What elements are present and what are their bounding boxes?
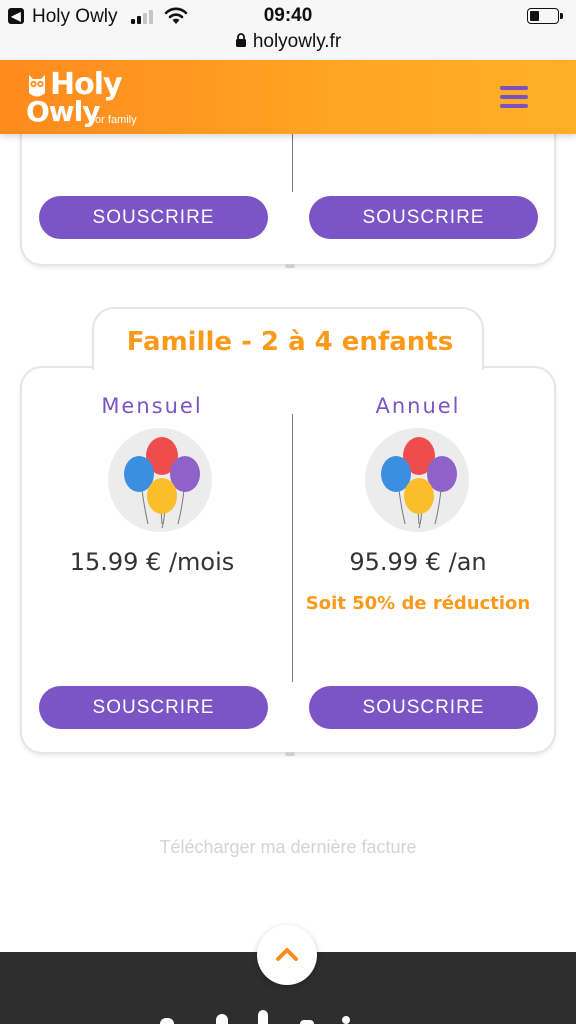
hamburger-icon[interactable] bbox=[500, 86, 528, 108]
balloons-icon bbox=[108, 428, 212, 532]
monthly-price: 15.99 € /mois bbox=[69, 548, 235, 576]
clock: 09:40 bbox=[263, 5, 313, 26]
subscribe-button-previous-monthly[interactable]: SOUSCRIRE bbox=[39, 196, 268, 239]
url-text: holyowly.fr bbox=[252, 31, 342, 52]
logo-tagline: for family bbox=[92, 114, 137, 126]
url-bar[interactable]: holyowly.fr bbox=[0, 28, 576, 60]
column-divider bbox=[292, 134, 293, 192]
balloons-icon bbox=[365, 428, 469, 532]
logo-owly: Owly bbox=[26, 95, 101, 128]
subscribe-button-monthly[interactable]: SOUSCRIRE bbox=[39, 686, 268, 729]
yearly-label: Annuel bbox=[375, 394, 461, 418]
site-header: Holy Owly for family bbox=[0, 60, 576, 134]
lock-icon bbox=[235, 33, 246, 47]
battery-icon bbox=[527, 8, 563, 24]
scroll-top-button[interactable] bbox=[257, 925, 317, 985]
yearly-discount: Soit 50% de réduction bbox=[305, 593, 531, 614]
subscribe-button-previous-yearly[interactable]: SOUSCRIRE bbox=[309, 196, 538, 239]
monthly-label: Mensuel bbox=[101, 394, 203, 418]
family-plan-tab: Famille - 2 à 4 enfants bbox=[92, 307, 484, 370]
family-plan-title: Famille - 2 à 4 enfants bbox=[126, 327, 454, 357]
site-logo[interactable]: Holy Owly for family bbox=[26, 67, 176, 128]
family-plan-card: Mensuel 15.99 € /mois SOUSCRIRE Annuel 9… bbox=[20, 366, 556, 756]
subscribe-button-yearly[interactable]: SOUSCRIRE bbox=[309, 686, 538, 729]
chevron-up-icon bbox=[276, 948, 298, 961]
yearly-price: 95.99 € /an bbox=[349, 548, 487, 576]
download-invoice-link[interactable]: Télécharger ma dernière facture bbox=[0, 837, 576, 858]
